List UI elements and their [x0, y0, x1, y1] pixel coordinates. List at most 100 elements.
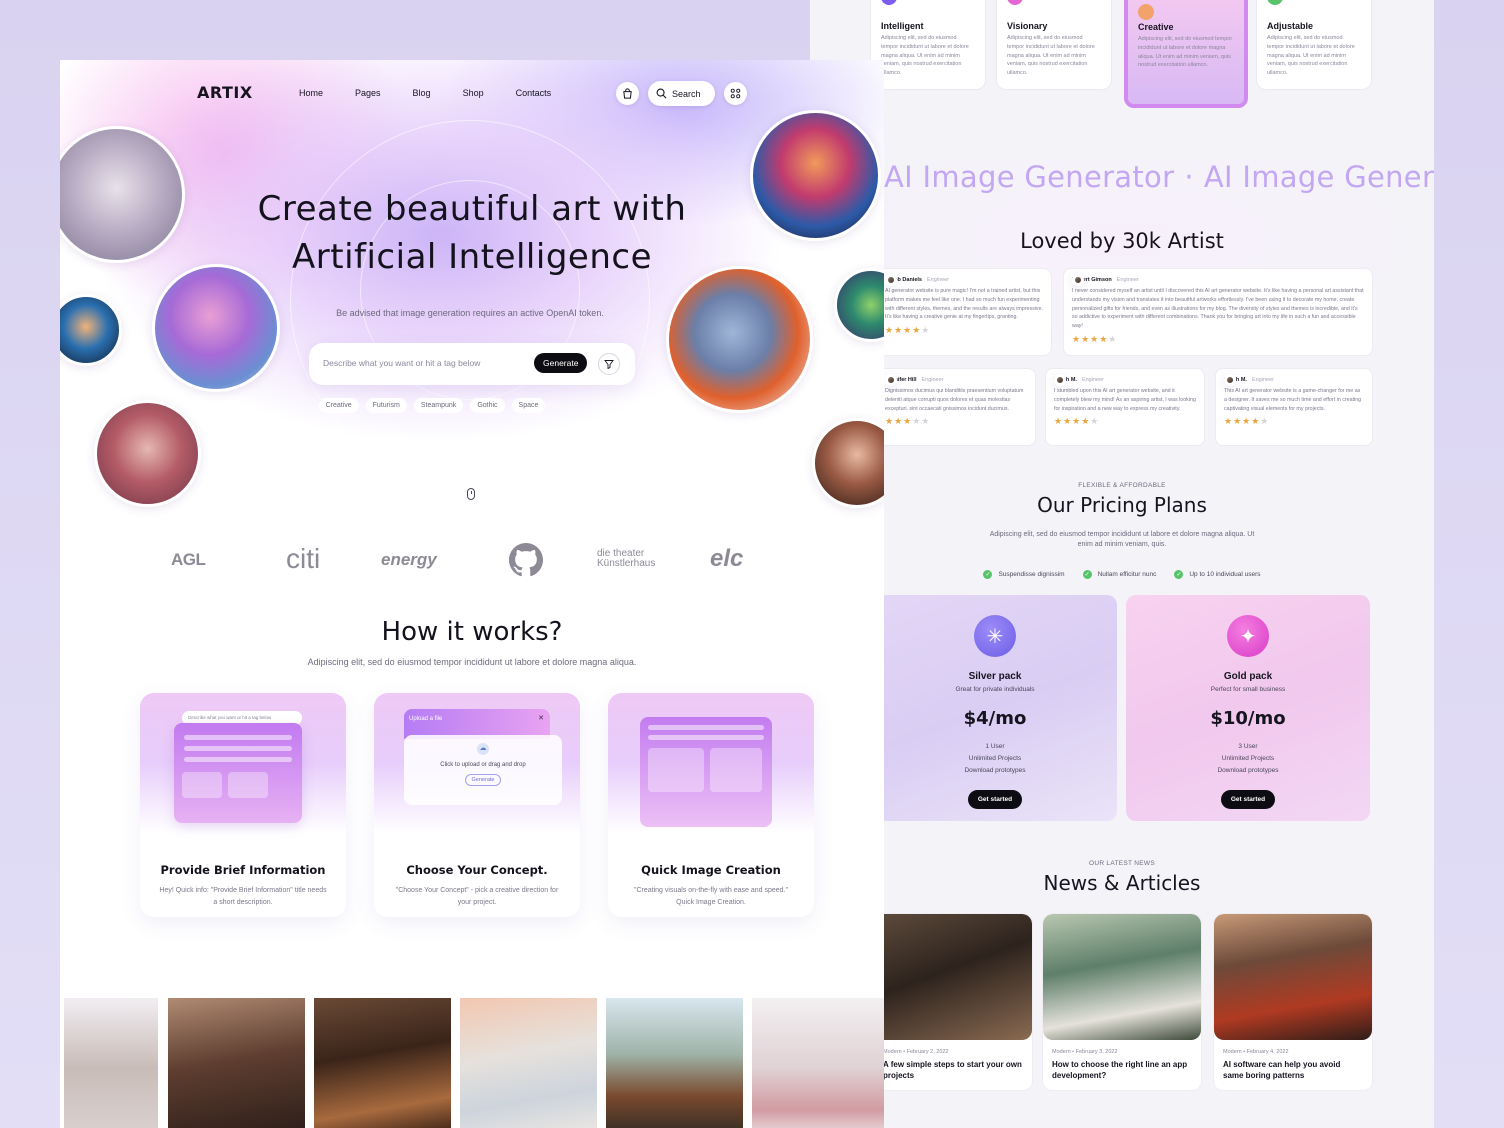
- upload-title: Upload a file: [409, 716, 443, 722]
- testimonial-role: Engineer: [927, 277, 950, 283]
- nav-item-pages[interactable]: Pages: [355, 88, 381, 98]
- artwork-avatar-glasses[interactable]: [750, 110, 881, 241]
- step-title: Quick Image Creation: [641, 863, 781, 877]
- testimonial-text: I never considered myself an artist unti…: [1072, 288, 1364, 330]
- plan-projects: Unlimited Projects: [968, 755, 1022, 762]
- filter-icon: [604, 360, 614, 369]
- nav-item-home[interactable]: Home: [299, 88, 323, 98]
- news-card[interactable]: Modern • February 2, 2022 A few simple s…: [873, 913, 1033, 1091]
- tag-chip[interactable]: Steampunk: [413, 398, 464, 413]
- avatar: [1072, 274, 1084, 286]
- mock-window: [174, 723, 302, 823]
- plan-name: Silver pack: [968, 671, 1022, 682]
- search-icon: [656, 88, 667, 99]
- scroll-mouse-icon[interactable]: [467, 488, 475, 500]
- plan-users: 3 User: [1238, 743, 1258, 750]
- feature-card-visionary[interactable]: Visionary Adipiscing elit, sed do eiusmo…: [996, 0, 1112, 90]
- nav-item-shop[interactable]: Shop: [463, 88, 484, 98]
- feature-text: Adipiscing elit, sed do eiusmod tempor i…: [1267, 35, 1355, 77]
- partner-logo-theater: die theater Künstlerhaus: [597, 548, 656, 569]
- artwork-avatar-pink-woman[interactable]: [94, 400, 201, 507]
- check-icon: ✓: [983, 570, 993, 579]
- top-navigation: ARTIX Home Pages Blog Shop Contacts Sear…: [60, 80, 884, 108]
- testimonial-card: Sarah M.Engineer I stumbled upon this AI…: [1045, 368, 1205, 446]
- search-button[interactable]: Search: [648, 81, 715, 106]
- close-icon[interactable]: ✕: [538, 714, 544, 722]
- upload-dropzone[interactable]: ☁ Click to upload or drag and drop Gener…: [404, 735, 562, 805]
- grid-icon: [730, 88, 741, 99]
- palette-icon: [1138, 4, 1154, 20]
- how-it-works-subtitle: Adipiscing elit, sed do eiusmod tempor i…: [307, 657, 637, 667]
- bag-icon: [623, 88, 632, 99]
- gallery-image[interactable]: [64, 998, 158, 1128]
- news-card[interactable]: Modern • February 3, 2022 How to choose …: [1042, 913, 1202, 1091]
- feature-card-adjustable[interactable]: Adjustable Adipiscing elit, sed do eiusm…: [1256, 0, 1372, 90]
- plan-users: 1 User: [985, 743, 1005, 750]
- partner-logos: AGL citi energy die theater Künstlerhaus…: [60, 540, 884, 580]
- partner-logo-elc: elc: [710, 545, 744, 572]
- step-illustration: [608, 693, 814, 833]
- plan-name: Gold pack: [1223, 671, 1273, 682]
- feature-title: Visionary: [1007, 21, 1048, 31]
- testimonial-role: Engineer: [921, 377, 944, 383]
- news-headline: A few simple steps to start your own pro…: [883, 1060, 1022, 1080]
- news-card[interactable]: Modern • February 4, 2022 AI software ca…: [1213, 913, 1373, 1091]
- nav-item-contacts[interactable]: Contacts: [516, 88, 552, 98]
- partner-logo-agl: AGL: [171, 550, 206, 569]
- mock-gallery-window: [640, 717, 772, 827]
- main-page-panel: ARTIX Home Pages Blog Shop Contacts Sear…: [60, 60, 884, 1128]
- testimonial-card: Robert Gimson Engineer I never considered…: [1063, 268, 1373, 356]
- gallery-image[interactable]: [314, 998, 451, 1128]
- check-item: ✓ Up to 10 individual users: [1174, 570, 1261, 579]
- pricing-card-silver: ✳ Silver pack Great for private individu…: [873, 595, 1117, 821]
- step-card-creation: Quick Image Creation "Creating visuals o…: [608, 693, 814, 917]
- news-title: News & Articles: [1043, 871, 1201, 895]
- pricing-subtitle: Adipiscing elit, sed do eiusmod tempor i…: [989, 531, 1255, 548]
- news-image: [1043, 914, 1201, 1040]
- rating-stars: ★★★★★: [885, 416, 931, 427]
- feature-card-intelligent[interactable]: Intelligent Adipiscing elit, sed do eius…: [870, 0, 986, 90]
- nav-item-blog[interactable]: Blog: [413, 88, 431, 98]
- gallery-image[interactable]: [168, 998, 305, 1128]
- marquee-banner: AI Image Generator·AI Image Generator·AI…: [884, 160, 1434, 194]
- upload-generate-button[interactable]: Generate: [464, 774, 502, 786]
- prompt-input[interactable]: Describe what you want or hit a tag belo…: [323, 358, 480, 368]
- tag-chip[interactable]: Gothic: [470, 398, 505, 413]
- get-started-button[interactable]: Get started: [1220, 790, 1276, 809]
- brain-icon: [881, 0, 897, 5]
- step-text: "Creating visuals on-the-fly with ease a…: [634, 887, 788, 906]
- gallery-image[interactable]: [460, 998, 597, 1128]
- apps-menu-button[interactable]: [724, 82, 747, 105]
- news-headline: AI software can help you avoid same bori…: [1223, 1060, 1341, 1080]
- get-started-button[interactable]: Get started: [967, 790, 1023, 809]
- avatar: [885, 374, 897, 386]
- testimonials-title: Loved by 30k Artist: [1020, 229, 1224, 253]
- partner-logo-energy: energy: [381, 550, 437, 569]
- step-title: Choose Your Concept.: [406, 863, 548, 877]
- pricing-kicker: FLEXIBLE & AFFORDABLE: [1078, 482, 1166, 489]
- brand-logo[interactable]: ARTIX: [197, 83, 253, 102]
- avatar: [1224, 374, 1236, 386]
- check-icon: ✓: [1082, 570, 1092, 579]
- search-label: Search: [672, 88, 701, 99]
- tag-chip[interactable]: Creative: [318, 398, 359, 413]
- testimonial-role: Engineer: [1116, 277, 1139, 283]
- plan-download: Download prototypes: [1217, 767, 1279, 774]
- cart-button[interactable]: [616, 82, 639, 105]
- pricing-checklist: ✓ Suspendisse dignissim ✓ Nullam efficitur…: [810, 570, 1434, 579]
- gallery-image[interactable]: [606, 998, 743, 1128]
- gallery-image[interactable]: [752, 998, 884, 1128]
- step-illustration: Describe what you want or hit a tag belo…: [140, 693, 346, 833]
- filter-button[interactable]: [598, 353, 620, 375]
- feature-card-creative[interactable]: Creative Adipiscing elit, sed do eiusmod…: [1124, 0, 1248, 108]
- artwork-avatar-statue[interactable]: [152, 264, 280, 392]
- rating-stars: ★★★★★: [1224, 416, 1270, 427]
- testimonial-text: AI generator website is pure magic! I'm …: [885, 288, 1043, 321]
- step-text: Hey! Quick info: "Provide Brief Informat…: [159, 887, 327, 906]
- artwork-avatar-fluid-hair[interactable]: [666, 266, 813, 413]
- tag-chip[interactable]: Space: [511, 398, 546, 413]
- generate-button[interactable]: Generate: [534, 353, 588, 373]
- tag-chip[interactable]: Futurism: [365, 398, 407, 413]
- partner-logo-citi: citi: [286, 543, 321, 574]
- step-card-concept: Upload a file ✕ ☁ Click to upload or dra…: [374, 693, 580, 917]
